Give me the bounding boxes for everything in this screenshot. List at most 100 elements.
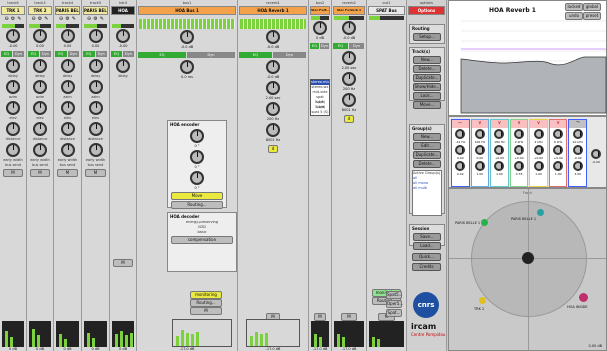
track-new-button[interactable]: New... (413, 56, 441, 64)
eq-dyn-toggle[interactable]: EQ Dyn (55, 51, 80, 57)
credits-button[interactable]: Credits (412, 263, 441, 271)
eq-dyn-toggle[interactable]: EQ Dyn (239, 52, 307, 58)
dyn-toggle[interactable]: Dyn (13, 51, 24, 57)
eq-band[interactable]: ∨ 180 Hz +0.00 1.00 (490, 119, 509, 187)
reverb-name[interactable]: Ster Fx/Verb 1 (333, 6, 365, 15)
tr0-knob[interactable] (266, 81, 280, 95)
roll-knob[interactable] (190, 171, 204, 185)
link-icon[interactable]: ⊖ (5, 16, 9, 22)
azim-knob[interactable] (33, 80, 47, 94)
gain-knob[interactable] (60, 29, 75, 43)
dyn-toggle[interactable]: Dyn (123, 51, 134, 57)
q-knob[interactable] (474, 161, 485, 171)
link-icon[interactable]: ⊖ (87, 16, 91, 22)
fc-knob[interactable] (266, 102, 280, 116)
freq-knob[interactable] (572, 129, 583, 139)
link-icon[interactable]: ⊖ (59, 16, 63, 22)
edit-icon[interactable]: ✎ (72, 16, 76, 22)
q-knob[interactable] (455, 161, 466, 171)
settings-icon[interactable]: ⚙ (11, 16, 15, 22)
dyn-toggle[interactable]: Dyn (40, 51, 51, 57)
monitoring-button[interactable]: monitoring (190, 291, 222, 299)
elev-knob[interactable] (88, 101, 103, 115)
azim-knob[interactable] (60, 80, 75, 94)
eq-toggle[interactable]: EQ (28, 51, 39, 57)
freq-knob[interactable] (553, 129, 564, 139)
gain-knob[interactable] (474, 145, 485, 155)
eq-toggle[interactable]: EQ (83, 51, 95, 57)
mute-button[interactable]: M (3, 169, 23, 177)
delay-knob[interactable] (60, 59, 75, 73)
dyn-toggle[interactable]: Dyn (95, 51, 107, 57)
group-duplicate-button[interactable]: Duplicate... (413, 151, 441, 159)
d-button[interactable]: d (268, 145, 278, 153)
azim-knob[interactable] (88, 80, 103, 94)
dyn-toggle[interactable]: Dyn (67, 51, 79, 57)
eq-toggle[interactable]: EQ (138, 52, 186, 58)
volume-fader[interactable] (2, 321, 24, 347)
freq-knob[interactable] (455, 129, 466, 139)
delay-knob[interactable] (6, 59, 20, 73)
volume-fader[interactable] (56, 321, 79, 347)
eq-toggle[interactable]: EQ (1, 51, 12, 57)
compensation-button[interactable]: compensation (171, 236, 233, 244)
volume-fader[interactable] (172, 319, 232, 347)
gain-knob[interactable] (313, 21, 327, 35)
type-select[interactable]: basic (168, 230, 236, 235)
eq-dyn-toggle[interactable]: EQ Dyn (138, 52, 236, 58)
cluster-knob[interactable] (266, 60, 280, 74)
elev-knob[interactable] (60, 101, 75, 115)
routing-button-2[interactable]: Routing... (190, 299, 222, 307)
delay-knob[interactable] (116, 59, 130, 73)
fc-knob[interactable] (342, 72, 356, 86)
edit-icon[interactable]: ✎ (17, 16, 21, 22)
eq-dyn-toggle[interactable]: EQ Dyn (333, 43, 365, 49)
gain-knob[interactable] (455, 145, 466, 155)
session-load-button[interactable]: Load... (413, 242, 441, 250)
elev-knob[interactable] (33, 101, 47, 115)
volume-fader[interactable] (112, 321, 134, 347)
pitch-knob[interactable] (190, 150, 204, 164)
early-knob[interactable] (88, 143, 103, 157)
early-knob[interactable] (6, 143, 20, 157)
volume-fader[interactable] (29, 321, 51, 347)
track-name[interactable]: PARIS BELLE 1 (83, 6, 108, 15)
setup-button[interactable]: Setup... (413, 33, 441, 41)
track-name[interactable]: TRK 1 (1, 6, 25, 15)
bus-name[interactable]: HOA Bus 1 (138, 6, 236, 15)
yaw-knob[interactable] (190, 129, 204, 143)
dyn-toggle[interactable]: Dyn (273, 52, 306, 58)
fh-knob[interactable] (342, 93, 356, 107)
eq-band[interactable]: ∨ 100 Hz 0.00 1.00 (470, 119, 490, 187)
edit-icon[interactable]: ✎ (100, 16, 104, 22)
delay-knob[interactable] (180, 60, 194, 74)
source-marker-green[interactable] (481, 219, 488, 226)
eq-band[interactable]: ⌐ -12 Hz 0.00 0.92 (451, 119, 470, 187)
settings-icon[interactable]: ⚙ (93, 16, 97, 22)
global-gain-knob[interactable] (591, 149, 602, 159)
settings-icon[interactable]: ⚙ (65, 16, 69, 22)
volume-fader[interactable] (246, 319, 300, 347)
source-marker-magenta[interactable] (579, 293, 588, 302)
bus-name[interactable]: Ster Fx/B... (310, 6, 330, 15)
gain-knob[interactable] (572, 145, 583, 155)
elev-knob[interactable] (6, 101, 20, 115)
eq-gain-column[interactable]: -0.00 (588, 119, 604, 187)
eq-toggle[interactable]: EQ (333, 43, 348, 49)
mute-button[interactable]: M (341, 313, 357, 321)
spat5-button[interactable]: Spat5... (386, 291, 402, 299)
dyn-toggle[interactable]: Dyn (349, 43, 364, 49)
mute-button[interactable]: M (314, 313, 326, 321)
mute-button[interactable]: M (30, 169, 50, 177)
freq-knob[interactable] (514, 129, 525, 139)
dyn-toggle[interactable]: Dyn (320, 43, 329, 49)
fh-knob[interactable] (266, 123, 280, 137)
settings-icon[interactable]: ⚙ (38, 16, 42, 22)
track-name[interactable]: HOA (111, 6, 135, 15)
eq-dyn-toggle[interactable]: EQ Dyn (83, 51, 108, 57)
azim-knob[interactable] (6, 80, 20, 94)
quick-button[interactable]: Quick... (412, 253, 441, 261)
d-button[interactable]: d (344, 115, 354, 123)
volume-fader[interactable] (334, 321, 364, 347)
distance-knob[interactable] (88, 122, 103, 136)
